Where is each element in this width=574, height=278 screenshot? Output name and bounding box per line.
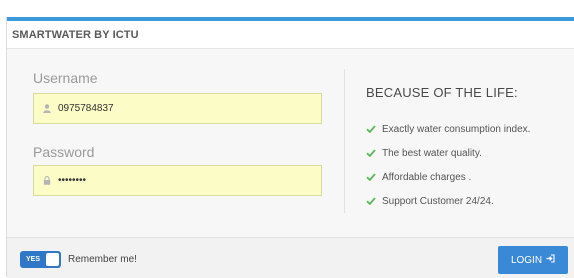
password-input[interactable]: •••••••• [58, 166, 308, 195]
login-panel: SMARTWATER BY ICTU Username Password •••… [6, 17, 574, 278]
top-spacer [0, 0, 574, 17]
check-icon [366, 172, 376, 182]
check-icon [366, 148, 376, 158]
feature-text: Support Customer 24/24. [382, 195, 494, 207]
lock-icon [43, 166, 51, 195]
username-input[interactable] [58, 94, 308, 123]
check-icon [366, 124, 376, 134]
feature-item: Affordable charges . [366, 165, 530, 189]
password-field[interactable]: •••••••• [33, 165, 322, 196]
username-field[interactable] [33, 93, 322, 124]
feature-item: Exactly water consumption index. [366, 117, 530, 141]
remember-toggle[interactable]: YES [20, 251, 61, 268]
username-label: Username [33, 70, 98, 86]
feature-item: The best water quality. [366, 141, 530, 165]
login-button[interactable]: LOGIN [498, 246, 568, 274]
panel-footer: YES Remember me! LOGIN [7, 237, 574, 278]
password-label: Password [33, 144, 95, 160]
check-icon [366, 196, 376, 206]
column-divider [344, 69, 345, 213]
feature-text: Affordable charges . [382, 171, 472, 183]
feature-text: The best water quality. [382, 147, 482, 159]
feature-text: Exactly water consumption index. [382, 123, 531, 135]
panel-title: SMARTWATER BY ICTU [7, 21, 574, 49]
toggle-knob [46, 253, 59, 266]
toggle-label: YES [26, 256, 41, 263]
remember-me-label[interactable]: Remember me! [68, 251, 137, 268]
feature-list: Exactly water consumption index. The bes… [366, 117, 530, 213]
user-icon [43, 94, 51, 123]
feature-item: Support Customer 24/24. [366, 189, 530, 213]
sign-in-icon [546, 254, 555, 266]
info-headline: BECAUSE OF THE LIFE: [366, 85, 518, 100]
login-label: LOGIN [510, 254, 543, 266]
